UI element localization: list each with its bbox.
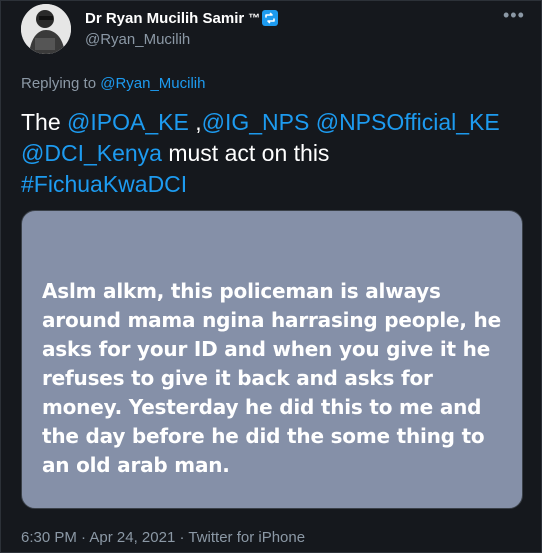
mention-nps-official[interactable]: @NPSOfficial_KE (316, 109, 500, 135)
meta-separator: · (76, 529, 90, 546)
tweet-container: Dr Ryan Mucilih Samir ™ @Ryan_Mucilih ••… (0, 0, 542, 553)
tweet-tail: must act on this (161, 140, 330, 166)
trademark-symbol: ™ (248, 11, 261, 25)
replying-to-link[interactable]: @Ryan_Mucilih (100, 75, 205, 92)
tweet-meta: 6:30 PM · Apr 24, 2021 · Twitter for iPh… (21, 529, 305, 546)
retweet-badge-icon (261, 9, 279, 27)
tweet-lead: The (21, 109, 68, 135)
media-image-text: Aslm alkm, this policeman is always arou… (42, 279, 501, 477)
tweet-source[interactable]: Twitter for iPhone (188, 529, 305, 546)
mention-ipoa[interactable]: @IPOA_KE (67, 109, 189, 135)
media-image[interactable]: Aslm alkm, this policeman is always arou… (21, 210, 523, 509)
more-horizontal-icon[interactable]: ••• (503, 5, 525, 26)
avatar-photo-icon (21, 4, 71, 54)
tweet-separator: , (188, 109, 202, 135)
display-name-text: Dr Ryan Mucilih Samir (85, 9, 245, 27)
mention-ig-nps[interactable]: @IG_NPS (202, 109, 310, 135)
mention-dci-kenya[interactable]: @DCI_Kenya (21, 140, 162, 166)
hashtag-link[interactable]: #FichuaKwaDCI (21, 171, 187, 197)
tweet-date[interactable]: Apr 24, 2021 (89, 529, 175, 546)
replying-to-label: Replying to (21, 75, 101, 92)
display-name[interactable]: Dr Ryan Mucilih Samir ™ (85, 9, 279, 27)
user-handle[interactable]: @Ryan_Mucilih (85, 31, 190, 48)
tweet-text: The @IPOA_KE ,@IG_NPS @NPSOfficial_KE @DC… (21, 107, 526, 200)
meta-separator: · (175, 529, 189, 546)
avatar[interactable] (21, 4, 71, 54)
replying-to: Replying to @Ryan_Mucilih (21, 75, 205, 92)
tweet-time[interactable]: 6:30 PM (21, 529, 77, 546)
